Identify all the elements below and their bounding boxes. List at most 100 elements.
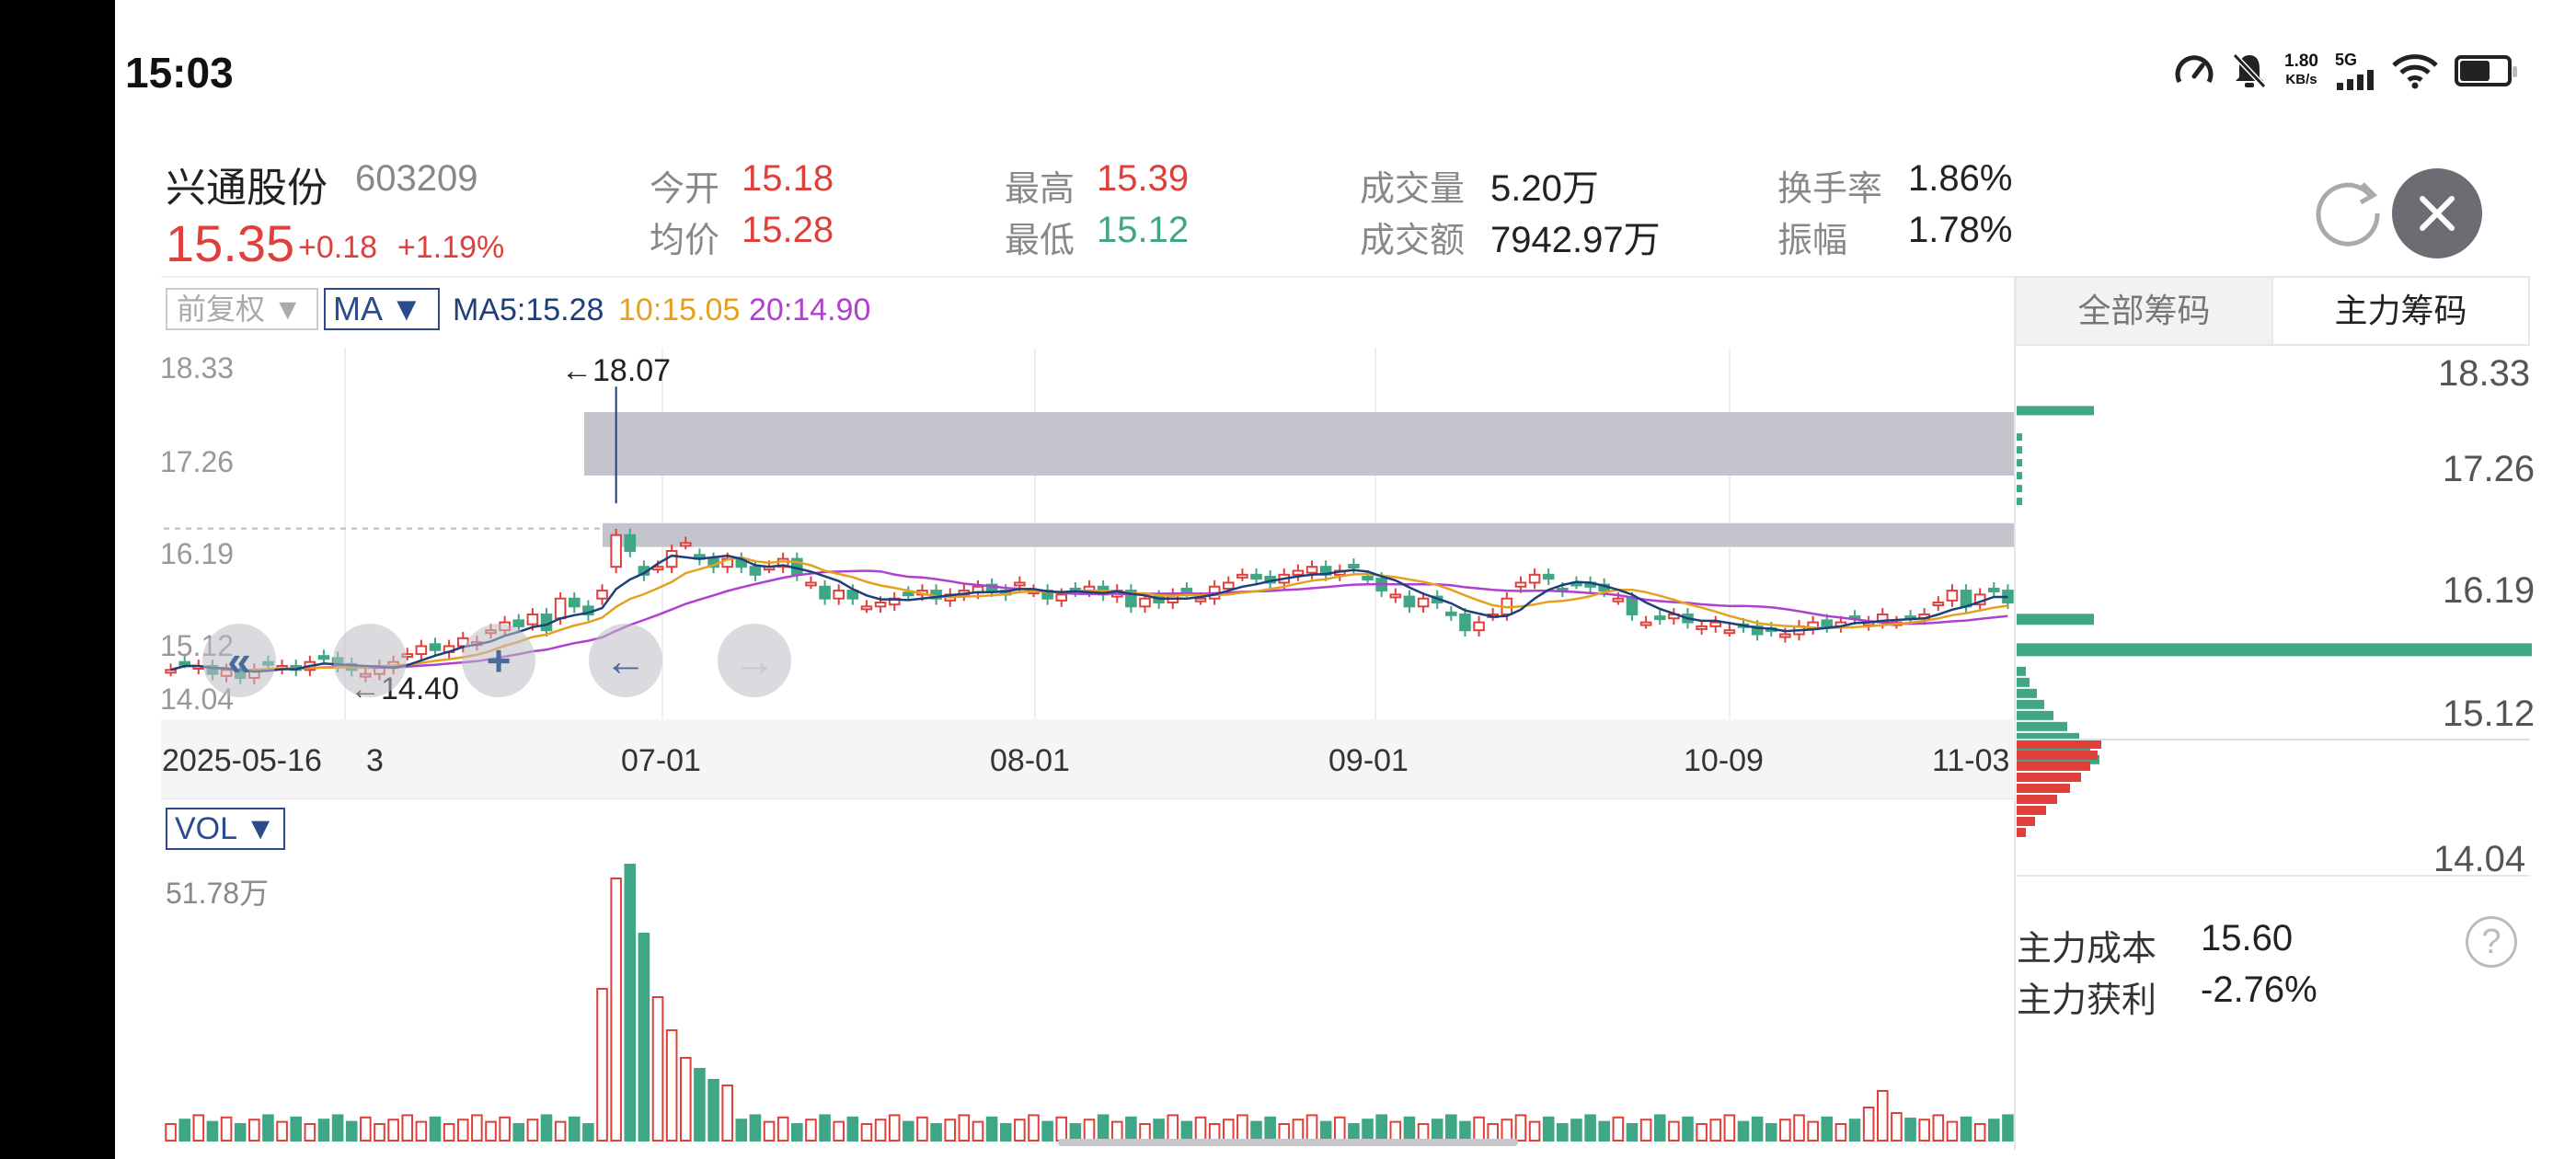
volume-bar xyxy=(374,1123,385,1142)
ma5-line xyxy=(170,554,2008,673)
volume-bar xyxy=(1431,1119,1443,1142)
volume-bar xyxy=(554,1120,567,1142)
volume-bar xyxy=(401,1114,414,1142)
candle xyxy=(1779,633,1791,638)
volume-bar xyxy=(1194,1116,1207,1142)
candle xyxy=(1960,590,1972,608)
y-tick: 17.26 xyxy=(160,445,235,478)
chip-bar xyxy=(2017,446,2022,454)
volume-bar xyxy=(651,996,664,1142)
candle xyxy=(1305,566,1318,574)
volume-bar xyxy=(1723,1114,1736,1142)
volume-bar xyxy=(1807,1120,1819,1142)
back-button[interactable]: ← xyxy=(589,624,662,697)
volume-bar xyxy=(1918,1119,1930,1142)
add-button[interactable]: + xyxy=(462,624,535,697)
volume-bar xyxy=(1445,1114,1457,1142)
volume-bar xyxy=(1821,1116,1834,1142)
forward-button[interactable]: → xyxy=(718,624,791,697)
volume-bar xyxy=(1682,1116,1694,1142)
candle xyxy=(1639,621,1652,626)
volume-bar xyxy=(749,1114,762,1142)
volume-bar xyxy=(1097,1114,1110,1142)
volume-bar xyxy=(1487,1123,1500,1142)
candle xyxy=(1445,611,1457,616)
volume-bar xyxy=(791,1123,803,1142)
volume-bar xyxy=(206,1120,219,1142)
volume-bar xyxy=(694,1068,706,1142)
volume-bar xyxy=(1932,1114,1945,1142)
volume-bar xyxy=(540,1114,553,1142)
volume-bar xyxy=(1334,1116,1346,1142)
volume-bar xyxy=(1153,1119,1165,1142)
rewind-icon: « xyxy=(227,637,251,684)
volume-bar xyxy=(1696,1123,1708,1142)
chip-bar xyxy=(2017,721,2067,731)
volume-bar xyxy=(1362,1119,1374,1142)
volume-bar xyxy=(1960,1116,1972,1142)
volume-bar xyxy=(1069,1123,1082,1142)
candle xyxy=(429,643,442,651)
volume-bar xyxy=(860,1123,873,1142)
volume-bar xyxy=(776,1116,789,1142)
candle xyxy=(1250,573,1262,580)
volume-bar xyxy=(1653,1114,1666,1142)
candle xyxy=(568,597,581,608)
volume-bar xyxy=(178,1119,190,1142)
volume-bar xyxy=(1222,1119,1235,1142)
volume-bar xyxy=(485,1120,497,1142)
volume-bar xyxy=(596,988,608,1142)
candle xyxy=(1417,597,1430,608)
volume-bar xyxy=(958,1114,971,1142)
volume-bar xyxy=(1876,1090,1889,1142)
volume-bar xyxy=(1375,1114,1387,1142)
zoom-out-button[interactable] xyxy=(333,624,407,697)
rewind-button[interactable]: « xyxy=(202,624,276,697)
volume-bar xyxy=(1598,1120,1611,1142)
volume-bar xyxy=(1180,1120,1193,1142)
volume-bar xyxy=(317,1119,330,1142)
candle xyxy=(1236,573,1248,579)
volume-indicator-select[interactable]: VOL ▼ xyxy=(166,808,285,850)
scroll-indicator xyxy=(1058,1139,1518,1146)
volume-bar xyxy=(456,1119,469,1142)
candle xyxy=(679,542,692,547)
candle xyxy=(1723,629,1736,635)
candle xyxy=(1542,573,1555,580)
volume-bar xyxy=(1751,1116,1764,1142)
main-cost-bar xyxy=(2017,643,2532,657)
volume-bar xyxy=(262,1114,274,1142)
volume-bar xyxy=(220,1116,233,1142)
volume-bar xyxy=(1848,1119,1861,1142)
volume-bar xyxy=(735,1119,748,1142)
volume-bar xyxy=(1737,1120,1750,1142)
volume-bar xyxy=(930,1123,942,1142)
candle xyxy=(1055,593,1068,602)
volume-bar xyxy=(415,1120,428,1142)
candle xyxy=(165,669,177,674)
candle xyxy=(1821,619,1834,627)
chip-bar xyxy=(2017,805,2046,815)
volume-bar xyxy=(1083,1119,1096,1142)
volume-bar xyxy=(165,1123,177,1142)
volume-bar xyxy=(1793,1114,1805,1142)
volume-bar xyxy=(1110,1120,1123,1142)
volume-bar xyxy=(1542,1116,1555,1142)
volume-bar xyxy=(1014,1119,1026,1142)
chip-bar xyxy=(2017,816,2035,826)
candle xyxy=(1194,597,1207,602)
chip-bar xyxy=(2017,472,2022,480)
candle xyxy=(1473,621,1485,632)
chip-y-tick: 16.19 xyxy=(2443,570,2536,611)
help-button[interactable]: ? xyxy=(2466,916,2517,968)
candle xyxy=(1348,564,1360,569)
volume-bar xyxy=(888,1114,901,1142)
kline-chart[interactable] xyxy=(0,0,2576,1159)
volume-bar xyxy=(1208,1123,1221,1142)
candle xyxy=(1514,581,1527,588)
volume-bar xyxy=(1278,1123,1291,1142)
volume-bar xyxy=(192,1114,205,1142)
chip-bar xyxy=(2017,739,2101,749)
volume-bar xyxy=(290,1116,303,1142)
volume-bar xyxy=(1668,1120,1680,1142)
